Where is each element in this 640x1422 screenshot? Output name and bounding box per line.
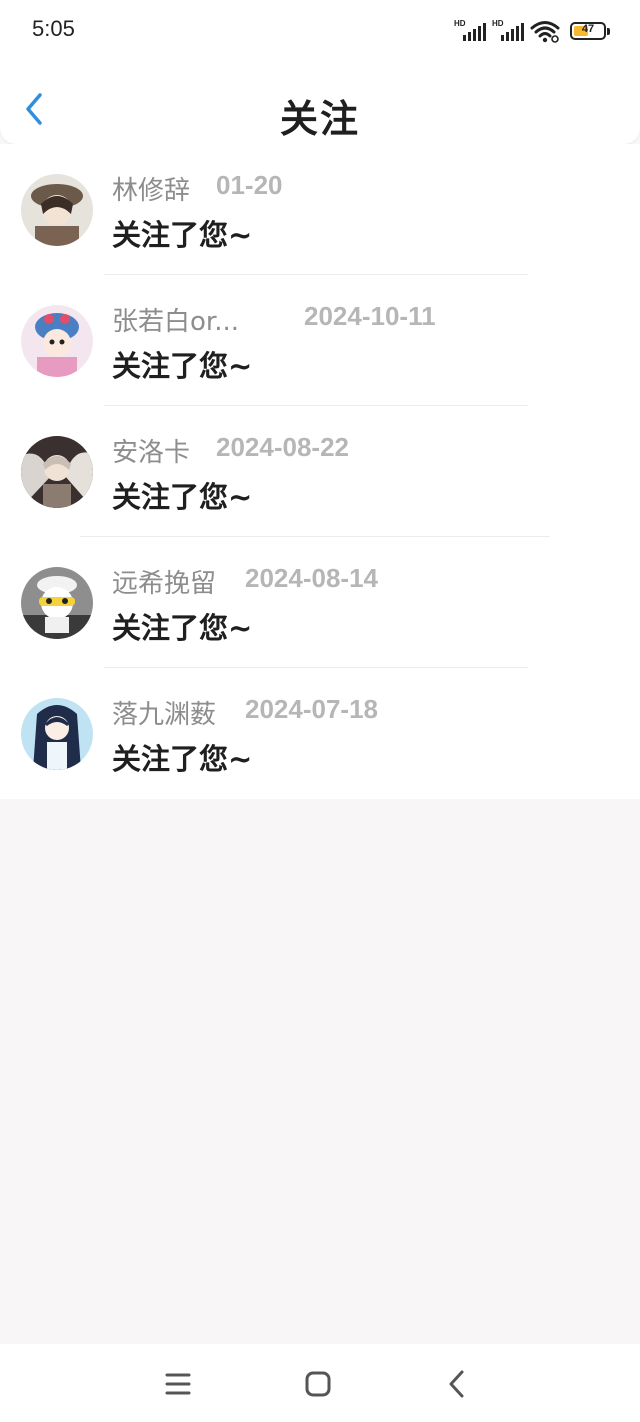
- avatar[interactable]: [21, 174, 93, 246]
- back-icon: [449, 1370, 464, 1398]
- avatar[interactable]: [21, 567, 93, 639]
- list-item[interactable]: 落九渊薮 2024-07-18 关注了您~: [0, 668, 640, 799]
- user-name[interactable]: 张若白or...: [112, 301, 239, 338]
- avatar[interactable]: [21, 305, 93, 377]
- item-date: 2024-08-14: [245, 563, 378, 593]
- item-message: 关注了您~: [112, 742, 253, 776]
- user-name[interactable]: 林修辞: [112, 170, 190, 207]
- status-icons: HD HD 47: [454, 18, 610, 44]
- user-name[interactable]: 落九渊薮: [112, 694, 216, 731]
- item-date: 2024-07-18: [245, 694, 378, 724]
- home-icon: [305, 1371, 331, 1397]
- item-message: 关注了您~: [112, 611, 253, 645]
- avatar[interactable]: [21, 698, 93, 770]
- battery-level: 47: [581, 23, 595, 35]
- item-date: 2024-10-11: [304, 301, 436, 331]
- menu-button[interactable]: [158, 1366, 198, 1402]
- item-message: 关注了您~: [112, 218, 253, 252]
- signal-icon: HD: [454, 19, 486, 43]
- back-nav-button[interactable]: [438, 1366, 478, 1402]
- item-date: 01-20: [216, 170, 283, 200]
- item-date: 2024-08-22: [216, 432, 349, 462]
- status-time: 5:05: [32, 16, 75, 41]
- home-button[interactable]: [298, 1366, 338, 1402]
- list-item[interactable]: 安洛卡 2024-08-22 关注了您~: [0, 406, 640, 537]
- navigation-bar: [0, 1344, 640, 1422]
- list-item[interactable]: 张若白or... 2024-10-11 关注了您~: [0, 275, 640, 406]
- list-item[interactable]: 远希挽留 2024-08-14 关注了您~: [0, 537, 640, 668]
- notification-list: 林修辞 01-20 关注了您~ 张若白or... 2024-10-11 关注了您…: [0, 144, 640, 799]
- battery-icon: 47: [570, 22, 610, 40]
- status-bar: 5:05 HD HD 47: [0, 0, 640, 60]
- item-message: 关注了您~: [112, 480, 253, 514]
- user-name[interactable]: 远希挽留: [112, 563, 216, 600]
- menu-icon: [165, 1373, 191, 1395]
- wifi-icon: [530, 21, 560, 43]
- page-title: 关注: [279, 97, 360, 141]
- header: 关注: [0, 60, 640, 144]
- avatar[interactable]: [21, 436, 93, 508]
- list-item[interactable]: 林修辞 01-20 关注了您~: [0, 144, 640, 275]
- signal-icon-2: HD: [492, 19, 524, 43]
- user-name[interactable]: 安洛卡: [112, 432, 190, 469]
- item-message: 关注了您~: [112, 349, 253, 383]
